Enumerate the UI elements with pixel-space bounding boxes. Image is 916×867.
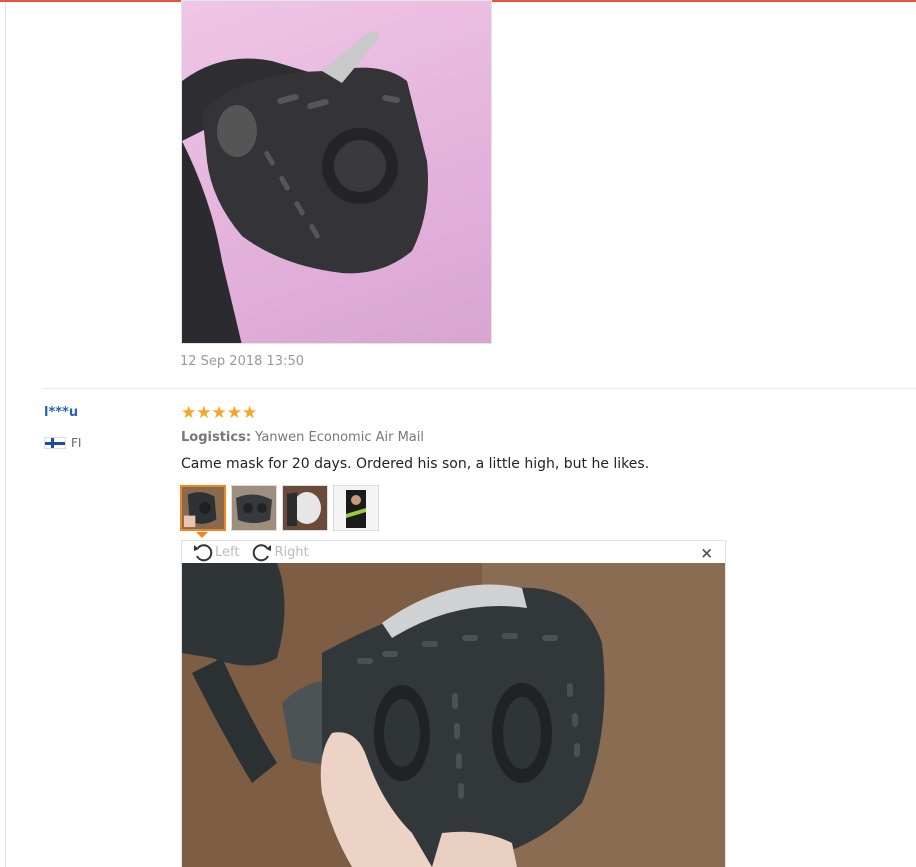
review-date: 12 Sep 2018 13:50 <box>180 354 304 369</box>
rotate-left-icon <box>194 544 213 562</box>
logistics-label: Logistics: <box>181 430 252 445</box>
review-thumbnails <box>180 485 379 531</box>
left-border <box>5 2 6 867</box>
rotate-right-label: Right <box>274 544 309 560</box>
finland-flag-icon <box>44 437 66 449</box>
image-viewer-toolbar: Left Right × <box>182 541 725 563</box>
review-thumbnail[interactable] <box>282 485 328 531</box>
thumbnail-selected-indicator <box>196 532 208 538</box>
logistics-value: Yanwen Economic Air Mail <box>255 430 424 445</box>
star-rating: ★★★★★ <box>181 403 258 423</box>
reviewer-country: FI <box>44 435 81 451</box>
review-thumbnail[interactable] <box>333 485 379 531</box>
rotate-right-icon <box>253 544 272 562</box>
logistics-info: Logistics: Yanwen Economic Air Mail <box>181 430 424 445</box>
review-photo-enlarged <box>182 563 725 867</box>
rotate-right-button[interactable]: Right <box>251 542 309 562</box>
reviewer-name: l***u <box>44 405 79 420</box>
review-divider <box>43 388 916 389</box>
review-thumbnail[interactable] <box>231 485 277 531</box>
review-thumbnail[interactable] <box>180 485 226 531</box>
rotate-left-label: Left <box>215 544 240 560</box>
country-code: FI <box>71 436 82 450</box>
close-icon[interactable]: × <box>700 544 713 562</box>
rotate-left-button[interactable]: Left <box>192 542 239 562</box>
review-photo-previous[interactable] <box>181 0 492 344</box>
review-text: Came mask for 20 days. Ordered his son, … <box>181 456 650 472</box>
image-viewer: Left Right × <box>181 540 726 867</box>
